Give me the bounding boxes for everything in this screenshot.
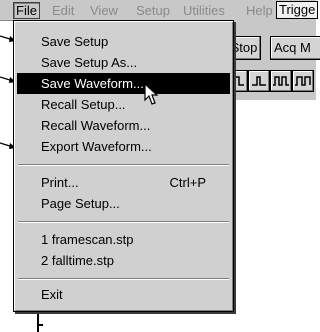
menu-bar: File Edit View Setup Utilities Help Trig… bbox=[0, 0, 319, 21]
menu-item-save-waveform[interactable]: Save Waveform... bbox=[17, 73, 230, 94]
menu-item-recall-waveform[interactable]: Recall Waveform... bbox=[17, 115, 230, 136]
narrow-pulse-icon bbox=[252, 76, 266, 86]
menu-item-save-setup-as[interactable]: Save Setup As... bbox=[17, 52, 230, 73]
menu-item-label: Recall Waveform... bbox=[41, 118, 151, 133]
menu-item-save-setup[interactable]: Save Setup bbox=[17, 31, 230, 52]
menu-item-recent-1[interactable]: 1 framescan.stp bbox=[17, 229, 230, 250]
menu-item-label: Page Setup... bbox=[41, 196, 120, 211]
menu-item-shortcut: Ctrl+P bbox=[169, 175, 206, 190]
menu-edit[interactable]: Edit bbox=[52, 3, 74, 18]
menu-item-label: 1 framescan.stp bbox=[41, 232, 134, 247]
waveform-buttons bbox=[226, 70, 316, 92]
menu-item-label: Save Setup bbox=[41, 34, 109, 49]
menu-item-recent-2[interactable]: 2 falltime.stp bbox=[17, 250, 230, 271]
pulse-train-icon-button[interactable] bbox=[270, 70, 292, 92]
menu-item-label: Exit bbox=[41, 287, 63, 302]
menu-separator bbox=[18, 221, 229, 223]
menu-view[interactable]: View bbox=[90, 3, 118, 18]
pulse-train-wide-icon-button[interactable] bbox=[292, 70, 314, 92]
menu-utilities[interactable]: Utilities bbox=[183, 3, 225, 18]
menu-item-exit[interactable]: Exit bbox=[17, 284, 230, 305]
narrow-pulse-icon-button[interactable] bbox=[248, 70, 270, 92]
menu-file[interactable]: File bbox=[13, 2, 40, 19]
menu-separator bbox=[18, 164, 229, 166]
menu-item-label: Print... bbox=[41, 175, 79, 190]
menu-item-print[interactable]: Print... Ctrl+P bbox=[17, 172, 230, 193]
menu-item-recall-setup[interactable]: Recall Setup... bbox=[17, 94, 230, 115]
menu-item-label: 2 falltime.stp bbox=[41, 253, 114, 268]
menu-setup[interactable]: Setup bbox=[136, 3, 170, 18]
menu-item-label: Export Waveform... bbox=[41, 139, 152, 154]
menu-separator bbox=[18, 278, 229, 280]
menu-trigger[interactable]: Trigge bbox=[276, 1, 319, 19]
mouse-cursor-icon bbox=[144, 83, 159, 105]
file-menu-dropdown: Save Setup Save Setup As... Save Wavefor… bbox=[13, 20, 234, 312]
pulse-train-icon bbox=[273, 76, 289, 86]
acq-mode-button[interactable]: Acq M bbox=[270, 36, 320, 60]
axis-tick bbox=[39, 324, 43, 326]
pulse-train-wide-icon bbox=[295, 76, 311, 86]
menu-help[interactable]: Help bbox=[246, 3, 273, 18]
menu-item-label: Recall Setup... bbox=[41, 97, 126, 112]
menu-item-label: Save Waveform... bbox=[41, 76, 144, 91]
menu-item-page-setup[interactable]: Page Setup... bbox=[17, 193, 230, 214]
plot-area bbox=[220, 100, 316, 332]
menu-item-label: Save Setup As... bbox=[41, 55, 138, 70]
menu-item-export-waveform[interactable]: Export Waveform... bbox=[17, 136, 230, 157]
